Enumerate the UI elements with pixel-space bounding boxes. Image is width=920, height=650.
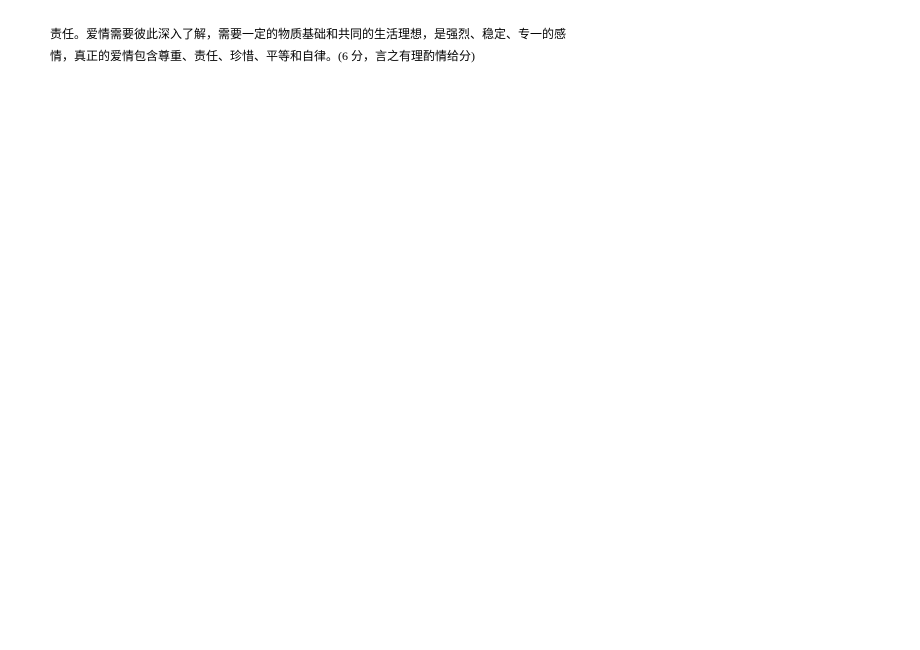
text-line-2: 情，真正的爱情包含尊重、责任、珍惜、平等和自律。(6 分，言之有理酌情给分) <box>50 46 870 68</box>
document-content: 责任。爱情需要彼此深入了解，需要一定的物质基础和共同的生活理想，是强烈、稳定、专… <box>0 0 920 67</box>
text-line-1: 责任。爱情需要彼此深入了解，需要一定的物质基础和共同的生活理想，是强烈、稳定、专… <box>50 24 870 46</box>
